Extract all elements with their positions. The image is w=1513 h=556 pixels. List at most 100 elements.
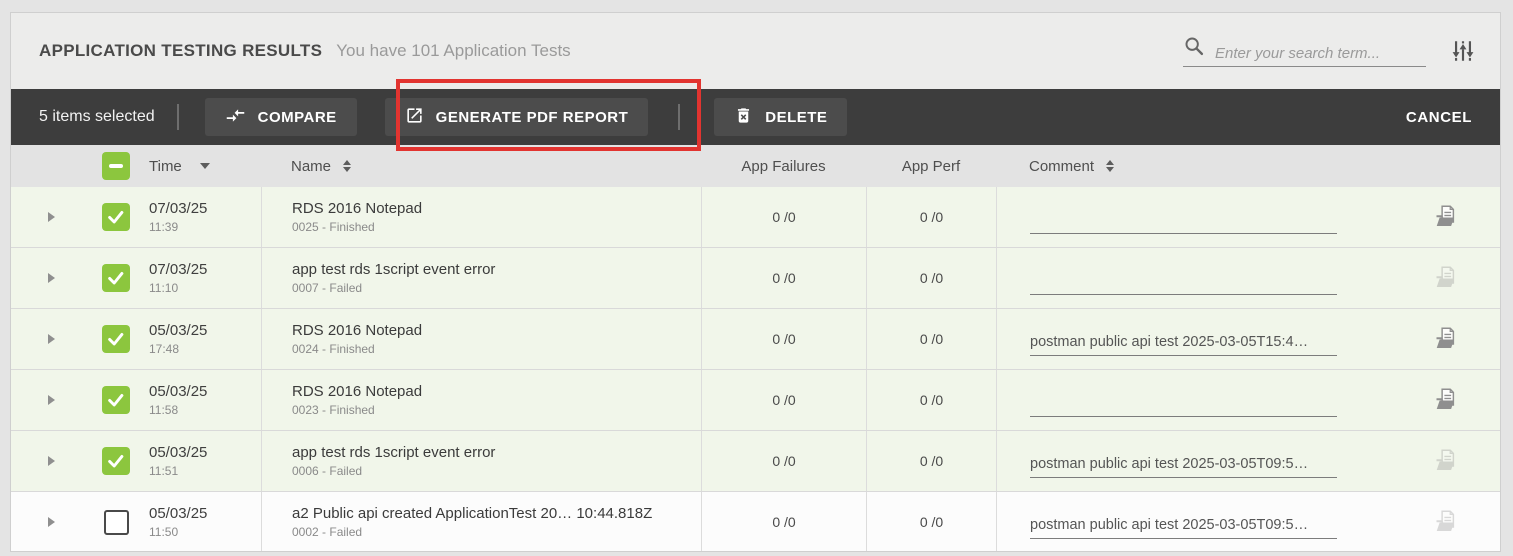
expand-row-icon[interactable] xyxy=(48,273,55,283)
row-status: 0025 - Finished xyxy=(292,220,375,234)
row-time: 11:50 xyxy=(149,525,178,539)
row-app-perf: 0 /0 xyxy=(866,370,996,430)
table-body: 07/03/25 11:39 RDS 2016 Notepad 0025 - F… xyxy=(11,187,1500,552)
comment-field[interactable] xyxy=(1030,273,1337,295)
row-app-perf: 0 /0 xyxy=(866,492,996,552)
sort-both-icon[interactable] xyxy=(1106,160,1114,172)
row-app-perf: 0 /0 xyxy=(866,431,996,491)
comment-field[interactable] xyxy=(1030,212,1337,234)
table-row[interactable]: 05/03/25 11:51 app test rds 1script even… xyxy=(11,431,1500,492)
row-app-perf: 0 /0 xyxy=(866,309,996,369)
indeterminate-minus-icon xyxy=(109,164,123,168)
row-checkbox[interactable] xyxy=(102,203,130,231)
row-checkbox[interactable] xyxy=(102,447,130,475)
table-row[interactable]: 07/03/25 11:10 app test rds 1script even… xyxy=(11,248,1500,309)
trash-icon xyxy=(734,106,753,129)
search-icon xyxy=(1183,35,1215,62)
expand-row-icon[interactable] xyxy=(48,212,55,222)
selection-toolbar: 5 items selected COMPARE GENERATE PDF RE… xyxy=(11,89,1500,145)
compare-arrows-icon xyxy=(225,105,246,130)
page-title: APPLICATION TESTING RESULTS xyxy=(39,41,322,61)
generate-pdf-report-button[interactable]: GENERATE PDF REPORT xyxy=(385,98,649,136)
compare-button-label: COMPARE xyxy=(258,109,337,126)
row-date: 07/03/25 xyxy=(149,261,207,278)
row-status: 0024 - Finished xyxy=(292,342,375,356)
row-time: 11:39 xyxy=(149,220,178,234)
row-time: 17:48 xyxy=(149,342,179,356)
table-row[interactable]: 05/03/25 11:50 a2 Public api created App… xyxy=(11,492,1500,552)
cancel-button[interactable]: CANCEL xyxy=(1406,109,1472,126)
check-icon xyxy=(106,390,126,410)
row-checkbox[interactable] xyxy=(102,264,130,292)
expand-row-icon[interactable] xyxy=(48,517,55,527)
open-report-icon[interactable] xyxy=(1432,265,1459,292)
check-icon xyxy=(106,207,126,227)
row-date: 05/03/25 xyxy=(149,444,207,461)
row-status: 0023 - Finished xyxy=(292,403,375,417)
row-time: 11:51 xyxy=(149,464,178,478)
row-checkbox[interactable] xyxy=(102,325,130,353)
row-name: a2 Public api created ApplicationTest 20… xyxy=(292,505,652,522)
row-time: 11:10 xyxy=(149,281,178,295)
row-app-failures: 0 /0 xyxy=(701,248,866,308)
open-report-icon[interactable] xyxy=(1432,448,1459,475)
sort-descending-icon[interactable] xyxy=(200,163,210,169)
comment-field[interactable]: postman public api test 2025-03-05T09:5… xyxy=(1030,456,1337,478)
open-report-icon[interactable] xyxy=(1432,326,1459,353)
row-date: 05/03/25 xyxy=(149,505,207,522)
compare-button[interactable]: COMPARE xyxy=(205,98,357,136)
comment-text: postman public api test 2025-03-05T09:5… xyxy=(1030,517,1308,533)
search-box[interactable] xyxy=(1183,35,1426,67)
expand-row-icon[interactable] xyxy=(48,395,55,405)
row-app-failures: 0 /0 xyxy=(701,309,866,369)
column-header-app-perf[interactable]: App Perf xyxy=(902,158,960,175)
row-status: 0002 - Failed xyxy=(292,525,362,539)
open-in-new-icon xyxy=(405,106,424,129)
table-row[interactable]: 05/03/25 17:48 RDS 2016 Notepad 0024 - F… xyxy=(11,309,1500,370)
header-bar: APPLICATION TESTING RESULTS You have 101… xyxy=(11,13,1500,89)
row-app-failures: 0 /0 xyxy=(701,492,866,552)
expand-row-icon[interactable] xyxy=(48,456,55,466)
check-icon xyxy=(106,329,126,349)
open-report-icon[interactable] xyxy=(1432,204,1459,231)
select-all-checkbox[interactable] xyxy=(102,152,130,180)
row-name: app test rds 1script event error xyxy=(292,444,495,461)
row-status: 0007 - Failed xyxy=(292,281,362,295)
row-time: 11:58 xyxy=(149,403,178,417)
delete-button[interactable]: DELETE xyxy=(714,98,847,136)
open-report-icon[interactable] xyxy=(1432,509,1459,536)
column-header-time[interactable]: Time xyxy=(149,158,182,175)
open-report-icon[interactable] xyxy=(1432,387,1459,414)
column-header-comment[interactable]: Comment xyxy=(1029,158,1094,175)
comment-field[interactable]: postman public api test 2025-03-05T09:5… xyxy=(1030,517,1337,539)
comment-field[interactable] xyxy=(1030,395,1337,417)
filter-icon[interactable] xyxy=(1450,38,1476,64)
row-date: 05/03/25 xyxy=(149,383,207,400)
comment-field[interactable]: postman public api test 2025-03-05T15:4… xyxy=(1030,334,1337,356)
table-row[interactable]: 05/03/25 11:58 RDS 2016 Notepad 0023 - F… xyxy=(11,370,1500,431)
row-date: 07/03/25 xyxy=(149,200,207,217)
sort-both-icon[interactable] xyxy=(343,160,351,172)
row-name: RDS 2016 Notepad xyxy=(292,200,422,217)
column-header-name[interactable]: Name xyxy=(291,158,331,175)
column-header-app-failures[interactable]: App Failures xyxy=(741,158,825,175)
table-row[interactable]: 07/03/25 11:39 RDS 2016 Notepad 0025 - F… xyxy=(11,187,1500,248)
search-area xyxy=(1183,35,1476,67)
toolbar-divider xyxy=(678,104,680,130)
row-status: 0006 - Failed xyxy=(292,464,362,478)
row-name: RDS 2016 Notepad xyxy=(292,383,422,400)
row-app-failures: 0 /0 xyxy=(701,187,866,247)
expand-row-icon[interactable] xyxy=(48,334,55,344)
row-checkbox[interactable] xyxy=(102,386,130,414)
comment-text: postman public api test 2025-03-05T09:5… xyxy=(1030,456,1308,472)
table-header: Time Name App Failures App Perf Comment xyxy=(11,145,1500,187)
row-app-perf: 0 /0 xyxy=(866,187,996,247)
row-app-perf: 0 /0 xyxy=(866,248,996,308)
row-app-failures: 0 /0 xyxy=(701,431,866,491)
row-checkbox[interactable] xyxy=(104,510,129,535)
check-icon xyxy=(106,268,126,288)
search-input[interactable] xyxy=(1215,45,1415,62)
toolbar-divider xyxy=(177,104,179,130)
app-frame: APPLICATION TESTING RESULTS You have 101… xyxy=(10,12,1501,552)
row-name: RDS 2016 Notepad xyxy=(292,322,422,339)
